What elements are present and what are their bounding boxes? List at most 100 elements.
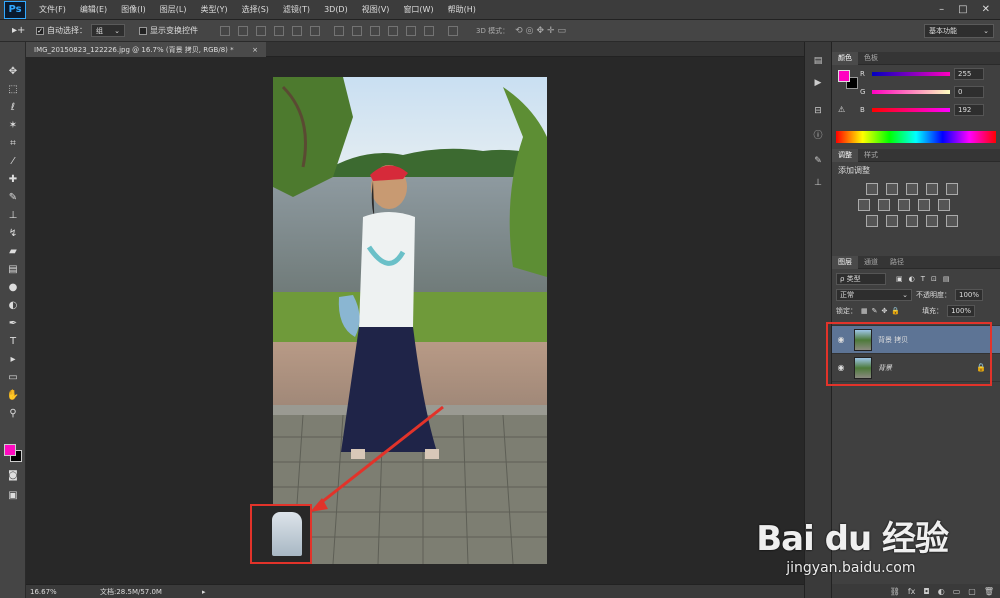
auto-select-checkbox[interactable]: ✓ — [36, 26, 44, 35]
levels-icon[interactable] — [886, 183, 898, 195]
menu-view[interactable]: 视图(V) — [355, 4, 397, 15]
lock-icons[interactable]: ▦✎✥🔒 — [861, 307, 904, 315]
info-icon[interactable]: ⓘ — [808, 128, 828, 144]
vibrance-icon[interactable] — [946, 183, 958, 195]
align-left-icon[interactable] — [274, 25, 284, 36]
show-transform-checkbox[interactable] — [139, 26, 147, 35]
properties-icon[interactable]: ⊟ — [808, 106, 828, 122]
eyedropper-icon[interactable]: ⁄ — [0, 152, 26, 170]
align-top-icon[interactable] — [220, 25, 230, 36]
move-tool-icon[interactable]: ▸+ — [0, 25, 30, 36]
align-vcenter-icon[interactable] — [238, 25, 248, 36]
color-balance-icon[interactable] — [878, 199, 890, 211]
selective-color-icon[interactable] — [926, 215, 938, 227]
brush-tool-icon[interactable]: ✎ — [0, 188, 26, 206]
gamut-warning-icon[interactable]: ⚠ — [838, 105, 845, 114]
menu-select[interactable]: 选择(S) — [235, 4, 276, 15]
clone-stamp-icon[interactable]: ⊥ — [0, 206, 26, 224]
curves-icon[interactable] — [906, 183, 918, 195]
threshold-icon[interactable] — [906, 215, 918, 227]
blue-slider[interactable] — [872, 107, 950, 112]
photo-filter-icon[interactable] — [918, 199, 930, 211]
document-tab[interactable]: IMG_20150823_122226.jpg @ 16.7% (背景 拷贝, … — [26, 42, 266, 57]
tab-channels[interactable]: 通道 — [858, 257, 884, 267]
new-layer-icon[interactable]: ▢ — [968, 587, 976, 596]
red-slider[interactable] — [872, 71, 950, 76]
brightness-icon[interactable] — [866, 183, 878, 195]
tab-styles[interactable]: 样式 — [858, 150, 884, 160]
history-brush-icon[interactable]: ↯ — [0, 224, 26, 242]
actions-icon[interactable]: ▶ — [808, 78, 828, 94]
clone-source-icon[interactable]: ⊥ — [808, 178, 828, 194]
menu-help[interactable]: 帮助(H) — [441, 4, 483, 15]
crop-tool-icon[interactable]: ⌗ — [0, 134, 26, 152]
tab-paths[interactable]: 路径 — [884, 257, 910, 267]
invert-icon[interactable] — [866, 215, 878, 227]
doc-info[interactable]: 文档:28.5M/57.0M — [100, 587, 162, 597]
history-icon[interactable]: ▤ — [808, 56, 828, 72]
distribute-hcenter-icon[interactable] — [406, 25, 416, 36]
align-bottom-icon[interactable] — [256, 25, 266, 36]
link-layers-icon[interactable]: ⛓ — [890, 587, 900, 596]
lasso-tool-icon[interactable]: ℓ — [0, 98, 26, 116]
screen-mode-icon[interactable]: ▣ — [0, 486, 26, 504]
channel-mixer-icon[interactable] — [938, 199, 950, 211]
minimize-button[interactable]: – — [939, 4, 944, 15]
auto-align-icon[interactable] — [448, 25, 458, 36]
green-value-input[interactable]: 0 — [954, 85, 984, 98]
menu-file[interactable]: 文件(F) — [32, 4, 73, 15]
menu-layer[interactable]: 图层(L) — [153, 4, 194, 15]
marquee-tool-icon[interactable]: ⬚ — [0, 80, 26, 98]
layer-filter-dropdown[interactable]: ρ 类型 — [836, 273, 886, 285]
menu-filter[interactable]: 滤镜(T) — [276, 4, 317, 15]
add-mask-icon[interactable]: ◘ — [923, 587, 929, 596]
new-group-icon[interactable]: ▭ — [953, 587, 961, 596]
magic-wand-icon[interactable]: ✶ — [0, 116, 26, 134]
menu-edit[interactable]: 编辑(E) — [73, 4, 114, 15]
fill-input[interactable]: 100% — [947, 305, 976, 317]
hand-tool-icon[interactable]: ✋ — [0, 386, 26, 404]
quick-mask-icon[interactable]: ◙ — [0, 466, 26, 484]
distribute-right-icon[interactable] — [424, 25, 434, 36]
blend-mode-dropdown[interactable]: 正常 ⌄ — [836, 289, 912, 301]
distribute-left-icon[interactable] — [388, 25, 398, 36]
healing-brush-icon[interactable]: ✚ — [0, 170, 26, 188]
green-slider[interactable] — [872, 89, 950, 94]
zoom-level[interactable]: 16.67% — [26, 588, 60, 596]
opacity-input[interactable]: 100% — [955, 289, 983, 301]
eraser-icon[interactable]: ▰ — [0, 242, 26, 260]
hue-sat-icon[interactable] — [858, 199, 870, 211]
align-right-icon[interactable] — [310, 25, 320, 36]
chevron-right-icon[interactable]: ▸ — [202, 588, 206, 596]
blue-value-input[interactable]: 192 — [954, 103, 984, 116]
dodge-tool-icon[interactable]: ◐ — [0, 296, 26, 314]
3d-mode-icons[interactable]: ⟲◎✥✛▭ — [515, 26, 569, 36]
black-white-icon[interactable] — [898, 199, 910, 211]
move-tool-icon[interactable]: ✥ — [0, 62, 26, 80]
distribute-vcenter-icon[interactable] — [352, 25, 362, 36]
fx-icon[interactable]: fx — [908, 587, 916, 596]
tab-adjustments[interactable]: 调整 — [832, 148, 858, 162]
distribute-top-icon[interactable] — [334, 25, 344, 36]
tab-swatches[interactable]: 色板 — [858, 53, 884, 63]
distribute-bottom-icon[interactable] — [370, 25, 380, 36]
canvas-area[interactable] — [26, 57, 804, 584]
tab-layers[interactable]: 图层 — [832, 255, 858, 269]
posterize-icon[interactable] — [886, 215, 898, 227]
gradient-map-icon[interactable] — [946, 215, 958, 227]
brush-preset-icon[interactable]: ✎ — [808, 156, 828, 172]
gradient-icon[interactable]: ▤ — [0, 260, 26, 278]
close-tab-icon[interactable]: × — [252, 46, 258, 54]
blur-tool-icon[interactable]: ● — [0, 278, 26, 296]
foreground-color-swatch[interactable] — [4, 444, 16, 456]
filter-icons[interactable]: ▣◐T⊡▤ — [896, 275, 955, 283]
shape-tool-icon[interactable]: ▭ — [0, 368, 26, 386]
exposure-icon[interactable] — [926, 183, 938, 195]
auto-select-dropdown[interactable]: 组 ⌄ — [91, 24, 125, 37]
close-button[interactable]: ✕ — [982, 4, 990, 15]
tab-color[interactable]: 颜色 — [832, 51, 858, 65]
align-hcenter-icon[interactable] — [292, 25, 302, 36]
menu-window[interactable]: 窗口(W) — [396, 4, 440, 15]
workspace-dropdown[interactable]: 基本功能 ⌄ — [924, 24, 994, 38]
maximize-button[interactable]: □ — [958, 4, 967, 15]
